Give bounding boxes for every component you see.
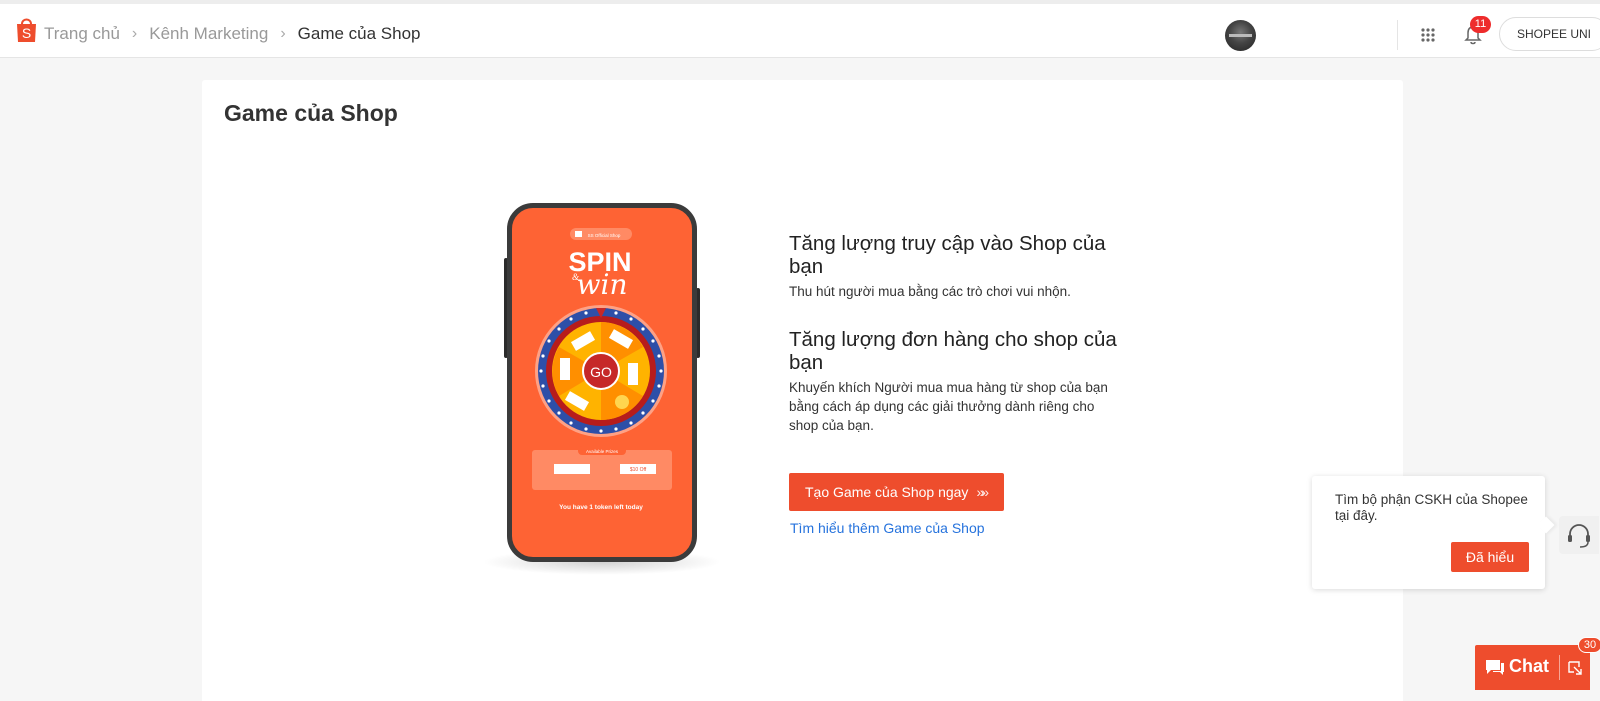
prize-right-label: $10 Off [630, 467, 647, 473]
spin-win-illustration: SS Official Shop SPIN & win GO Available… [482, 203, 722, 583]
svg-text:S: S [22, 25, 31, 41]
expand-icon[interactable] [1567, 659, 1583, 675]
phone-screen: SS Official Shop SPIN & win GO Available… [532, 228, 672, 511]
chat-bubble-icon [1486, 660, 1504, 675]
tooltip-dismiss-button[interactable]: Đã hiểu [1451, 542, 1529, 572]
benefit-desc-traffic: Thu hút người mua bằng các trò chơi vui … [789, 284, 1071, 299]
top-bar: S Trang chủ › Kênh Marketing › Game của … [0, 0, 1600, 58]
chevron-right-icon: › [131, 25, 138, 42]
create-game-label: Tạo Game của Shop ngay [805, 484, 969, 500]
customer-support-button[interactable] [1559, 516, 1599, 554]
phone-mockup: SS Official Shop SPIN & win GO Available… [507, 203, 697, 562]
breadcrumb-marketing[interactable]: Kênh Marketing [149, 24, 268, 44]
breadcrumb-home[interactable]: Trang chủ [44, 24, 120, 44]
token-text: You have 1 token left today [559, 504, 643, 511]
headset-icon [1568, 524, 1590, 548]
apps-grid-icon[interactable] [1420, 27, 1436, 43]
shop-tag-text: SS Official Shop [588, 233, 621, 238]
create-game-button[interactable]: Tạo Game của Shop ngay »» [789, 473, 1004, 511]
chevron-right-icon: › [280, 25, 286, 42]
breadcrumb-current: Game của Shop [297, 24, 421, 43]
tooltip-text: Tìm bộ phận CSKH của Shopee tại đây. [1335, 492, 1528, 523]
win-text: win [577, 268, 628, 301]
go-label: GO [590, 364, 612, 380]
header-divider [1397, 20, 1398, 50]
learn-more-link[interactable]: Tìm hiểu thêm Game của Shop [790, 520, 985, 536]
benefit-desc-orders: Khuyến khích Người mua mua hàng từ shop … [789, 380, 1108, 433]
page-title: Game của Shop [224, 100, 398, 126]
double-chevron-right-icon: »» [976, 484, 988, 500]
shop-account-button[interactable]: SHOPEE UNI [1499, 17, 1600, 51]
benefit-heading-orders: Tăng lượng đơn hàng cho shop của bạn [789, 328, 1117, 374]
benefit-heading-traffic: Tăng lượng truy cập vào Shop của bạn [789, 232, 1106, 278]
notification-badge: 11 [1470, 16, 1491, 33]
chat-divider [1559, 655, 1560, 680]
support-tooltip: Tìm bộ phận CSKH của Shopee tại đây. Đã … [1312, 476, 1545, 589]
avatar[interactable] [1225, 20, 1256, 51]
benefits-block: Tăng lượng truy cập vào Shop của bạn Thu… [789, 232, 1119, 435]
prizes-label: Available Prizes [586, 449, 619, 454]
breadcrumb: Trang chủ › Kênh Marketing › Game của Sh… [44, 24, 421, 44]
chat-button[interactable]: Chat [1475, 645, 1590, 690]
chat-label: Chat [1509, 656, 1549, 676]
shopee-logo-icon[interactable]: S [15, 16, 38, 43]
chat-unread-badge: 30 [1578, 637, 1600, 653]
